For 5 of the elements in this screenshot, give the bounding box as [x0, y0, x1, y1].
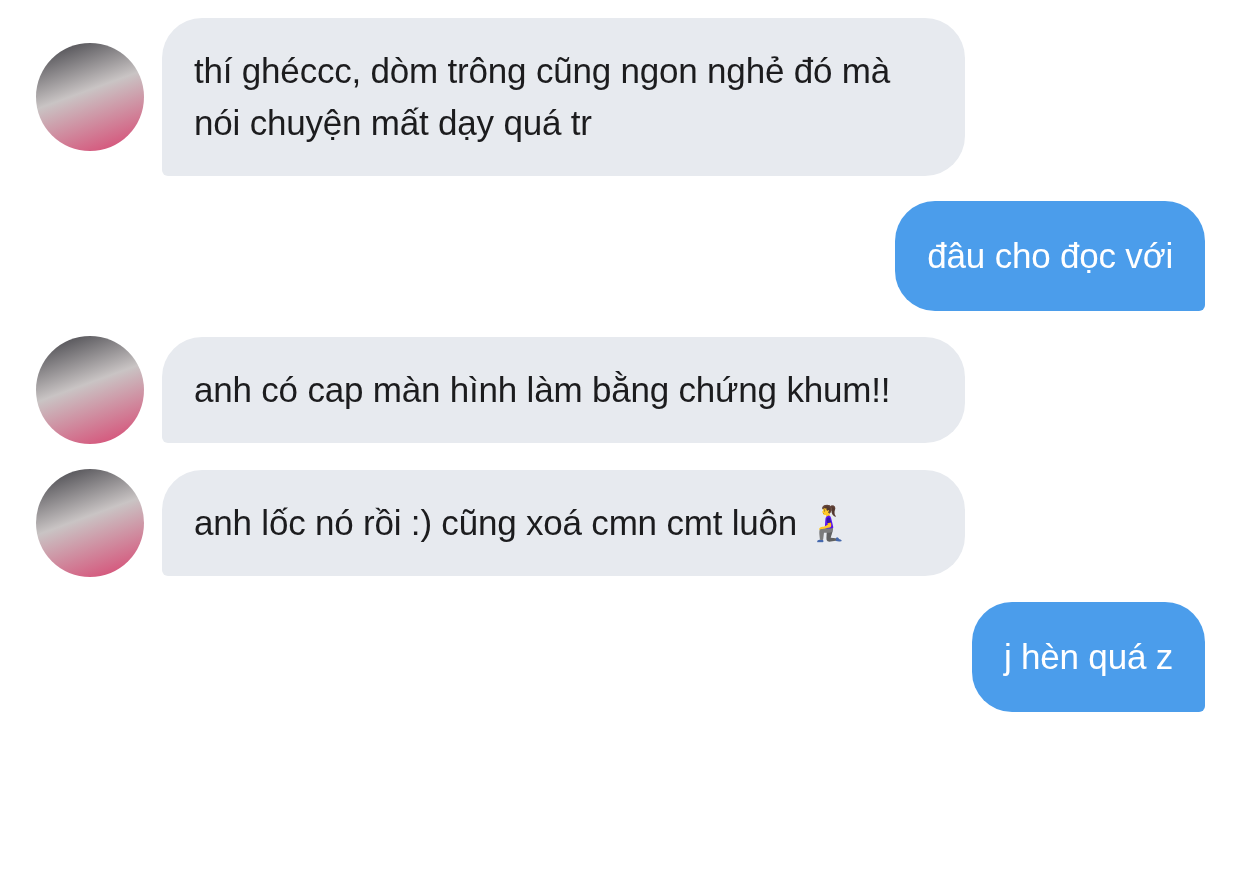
received-message: anh lốc nó rồi :) cũng xoá cmn cmt luôn 🧎‍♀: [162, 470, 965, 576]
received-message: thí ghéccc, dòm trông cũng ngon nghẻ đó mà nói chuyện mất dạy quá tr: [162, 18, 965, 176]
sent-message: j hèn quá z: [971, 602, 1205, 712]
sent-message: đâu cho đọc với: [895, 201, 1205, 311]
received-message: anh có cap màn hình làm bằng chứng khum!!: [162, 337, 965, 443]
